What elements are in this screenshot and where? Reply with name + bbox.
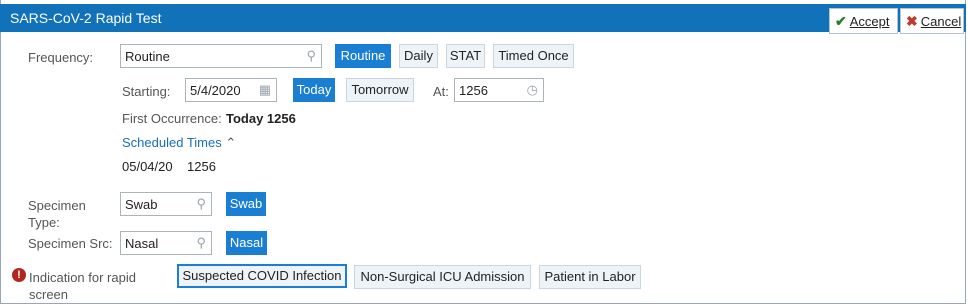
starting-label: Starting: xyxy=(122,84,171,99)
exclamation-circle-icon: ! xyxy=(12,268,26,282)
cancel-button[interactable]: ✖ Cancel xyxy=(900,8,964,34)
start-time-input[interactable]: 1256 ◷ xyxy=(454,78,544,102)
frequency-input[interactable]: Routine ⚲ xyxy=(120,44,322,68)
checkmark-icon: ✔ xyxy=(835,12,847,29)
search-icon[interactable]: ⚲ xyxy=(196,235,206,251)
frequency-label: Frequency: xyxy=(28,50,94,65)
indication-label-line1: Indication for rapid xyxy=(29,270,136,285)
specimen-type-label-line1: Specimen xyxy=(28,198,86,213)
today-button[interactable]: Today xyxy=(293,78,335,102)
specimen-type-input[interactable]: Swab ⚲ xyxy=(120,192,212,216)
accept-button[interactable]: ✔ Accept xyxy=(829,8,898,34)
first-occurrence-value: Today 1256 xyxy=(226,111,296,126)
first-occurrence-label: First Occurrence: xyxy=(122,111,222,126)
tomorrow-button[interactable]: Tomorrow xyxy=(346,78,414,102)
search-icon[interactable]: ⚲ xyxy=(306,48,316,64)
indication-label-line2: screen xyxy=(29,287,69,302)
start-date-input[interactable]: 5/4/2020 ▦ xyxy=(185,78,277,102)
scheduled-date: 05/04/20 xyxy=(122,159,173,174)
indication-icu-admission-button[interactable]: Non-Surgical ICU Admission xyxy=(354,265,531,289)
double-chevron-up-icon: ⌃ xyxy=(225,135,237,150)
specimen-type-label-line2: Type: xyxy=(28,215,60,230)
indication-suspected-covid-button[interactable]: Suspected COVID Infection xyxy=(177,264,347,288)
frequency-routine-button[interactable]: Routine xyxy=(335,44,391,68)
scheduled-time: 1256 xyxy=(187,159,216,174)
title-bar: SARS-CoV-2 Rapid Test ✔ Accept ✖ Cancel xyxy=(0,4,966,34)
clock-icon[interactable]: ◷ xyxy=(527,82,538,98)
panel-title: SARS-CoV-2 Rapid Test xyxy=(10,10,162,26)
specimen-src-label: Specimen Src: xyxy=(28,236,113,251)
frequency-stat-button[interactable]: STAT xyxy=(446,44,485,68)
close-icon: ✖ xyxy=(906,12,918,29)
calendar-icon[interactable]: ▦ xyxy=(259,82,271,98)
indication-patient-in-labor-button[interactable]: Patient in Labor xyxy=(539,265,641,289)
at-label: At: xyxy=(433,84,449,99)
specimen-type-swab-button[interactable]: Swab xyxy=(226,192,266,216)
frequency-daily-button[interactable]: Daily xyxy=(399,44,438,68)
specimen-src-input[interactable]: Nasal ⚲ xyxy=(120,231,212,255)
search-icon[interactable]: ⚲ xyxy=(196,196,206,212)
scheduled-times-toggle[interactable]: Scheduled Times ⌃ xyxy=(122,135,236,151)
frequency-timed-once-button[interactable]: Timed Once xyxy=(493,44,574,68)
specimen-src-nasal-button[interactable]: Nasal xyxy=(226,231,267,255)
